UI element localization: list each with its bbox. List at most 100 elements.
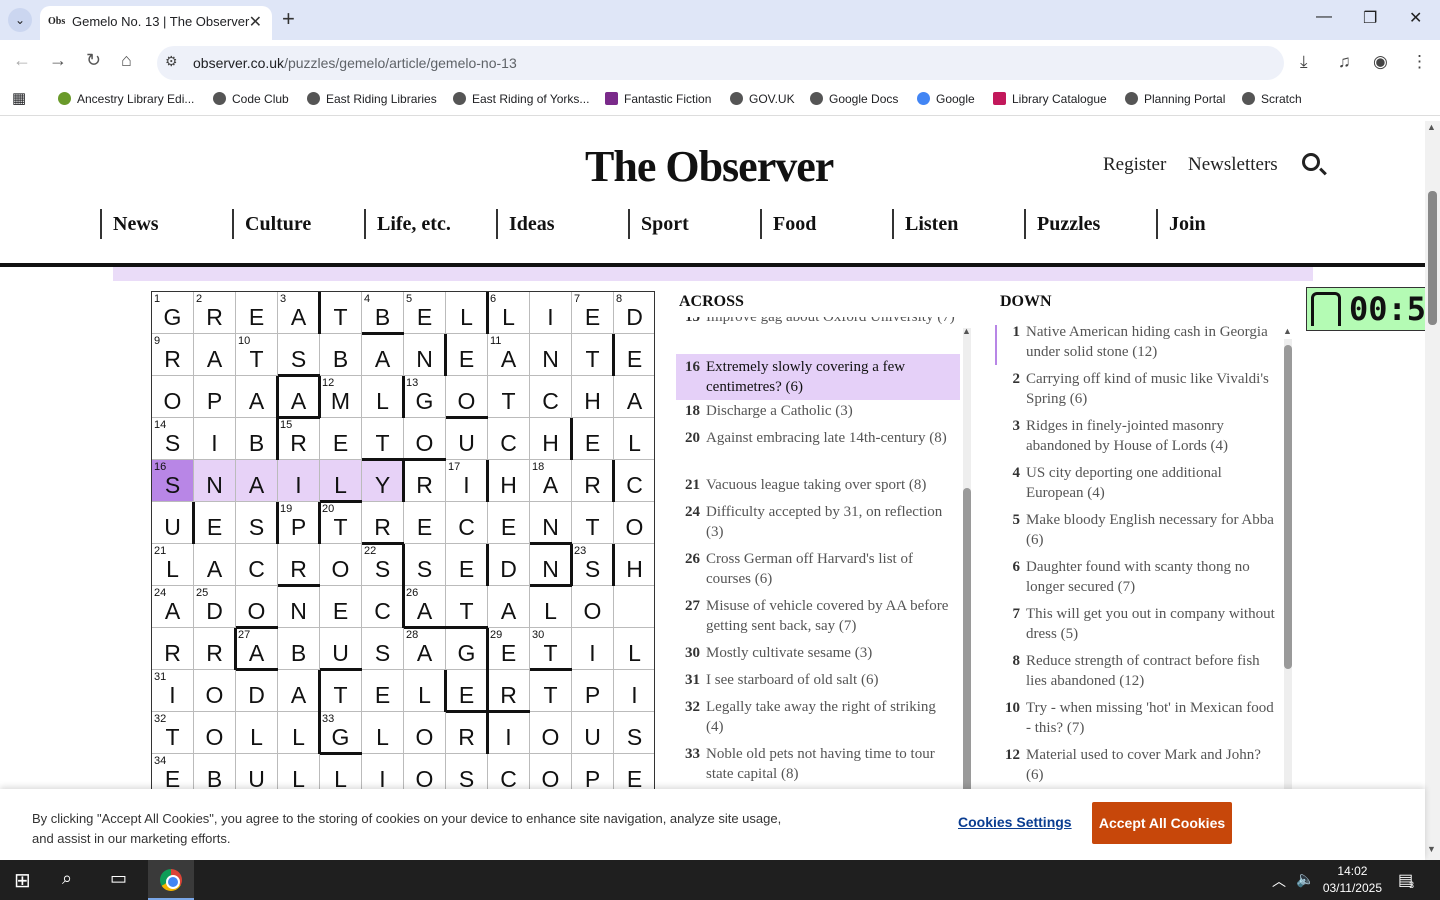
grid-cell[interactable]: 31 I (152, 670, 194, 712)
grid-cell[interactable]: R (488, 670, 530, 712)
bookmark-east-riding-yorks[interactable]: East Riding of Yorks... (453, 92, 589, 106)
volume-icon[interactable]: 🔈 (1296, 870, 1315, 888)
grid-cell[interactable]: G (446, 628, 488, 670)
grid-cell[interactable]: A (236, 460, 278, 502)
grid-cell[interactable]: T (572, 502, 614, 544)
grid-cell[interactable]: Y (362, 460, 404, 502)
grid-cell[interactable]: I (278, 460, 320, 502)
grid-cell[interactable]: E (320, 418, 362, 460)
nav-food[interactable]: Food (760, 209, 816, 239)
grid-cell[interactable]: O (194, 712, 236, 754)
grid-cell[interactable]: L (404, 670, 446, 712)
grid-cell[interactable]: T (320, 292, 362, 334)
grid-cell[interactable]: L (614, 418, 654, 460)
grid-cell[interactable]: L (362, 376, 404, 418)
grid-cell[interactable]: T (572, 334, 614, 376)
grid-cell[interactable]: R (404, 460, 446, 502)
grid-cell[interactable]: 28 A (404, 628, 446, 670)
grid-cell[interactable]: 3A (278, 292, 320, 334)
nav-puzzles[interactable]: Puzzles (1024, 209, 1100, 239)
grid-cell[interactable]: P (572, 670, 614, 712)
new-tab-plus-icon[interactable]: + (282, 6, 295, 32)
grid-cell[interactable]: 25 D (194, 586, 236, 628)
down-scrollbar[interactable] (1284, 339, 1292, 791)
tab-search-chevron-icon[interactable]: ⌄ (8, 8, 32, 32)
taskbar-search-icon[interactable]: ⌕ (62, 868, 72, 889)
grid-cell[interactable]: 27 A (236, 628, 278, 670)
grid-cell[interactable]: O (236, 586, 278, 628)
profile-icon[interactable]: ◉ (1373, 52, 1388, 72)
grid-cell[interactable]: 29 E (488, 628, 530, 670)
close-window-icon[interactable]: ✕ (1409, 8, 1422, 28)
grid-cell[interactable]: D (488, 544, 530, 586)
across-clue[interactable]: 27 Misuse of vehicle covered by AA before… (676, 596, 960, 636)
grid-cell[interactable]: A (488, 586, 530, 628)
crossword-grid[interactable]: 1 G 2 R E 3 A T 4 B 5 E L 6 L I 7 E 8 D 9 R A 10 T S B A N E 11 A N T E O P A… (151, 291, 655, 801)
search-icon[interactable] (1302, 153, 1320, 171)
across-clue[interactable]: 30 Mostly cultivate sesame (3) (676, 643, 960, 663)
down-clue[interactable]: 3 Ridges in finely-jointed masonry abando… (996, 416, 1280, 456)
grid-cell[interactable]: 16 S (152, 460, 194, 502)
grid-cell[interactable]: S (614, 712, 654, 754)
grid-cell[interactable]: 22 S (362, 544, 404, 586)
grid-cell[interactable]: 23 S (572, 544, 614, 586)
active-tab[interactable]: Obs Gemelo No. 13 | The Observer ✕ (40, 6, 272, 40)
across-clue[interactable]: 20 Against embracing late 14th-century (8… (676, 428, 960, 468)
accept-cookies-button[interactable]: Accept All Cookies (1092, 802, 1232, 844)
site-info-icon[interactable]: ⚙ (165, 53, 178, 70)
grid-cell[interactable]: 5E (404, 292, 446, 334)
grid-cell[interactable]: U (446, 418, 488, 460)
apps-grid-icon[interactable]: ▦ (12, 89, 26, 107)
grid-cell[interactable]: 14 S (152, 418, 194, 460)
address-bar[interactable]: ⚙ observer.co.uk/puzzles/gemelo/article/… (157, 46, 1284, 80)
grid-cell[interactable]: 12 M (320, 376, 362, 418)
grid-cell[interactable]: I (194, 418, 236, 460)
down-clue[interactable]: 2 Carrying off kind of music like Vivaldi… (996, 369, 1280, 409)
grid-cell[interactable]: C (362, 586, 404, 628)
grid-cell[interactable]: 26 A (404, 586, 446, 628)
grid-cell[interactable]: O (614, 502, 654, 544)
grid-cell[interactable]: L (320, 460, 362, 502)
grid-cell[interactable]: O (446, 376, 488, 418)
grid-cell[interactable]: E (572, 418, 614, 460)
grid-cell[interactable]: 19 P (278, 502, 320, 544)
nav-sport[interactable]: Sport (628, 209, 689, 239)
grid-cell[interactable]: O (572, 586, 614, 628)
grid-cell[interactable]: I (488, 712, 530, 754)
grid-cell[interactable]: 9R (152, 334, 194, 376)
grid-cell[interactable]: L (362, 712, 404, 754)
grid-cell[interactable]: O (152, 376, 194, 418)
grid-cell[interactable]: U (320, 628, 362, 670)
grid-cell[interactable]: R (278, 544, 320, 586)
across-scroll-up-icon[interactable]: ▲ (962, 326, 971, 336)
grid-cell[interactable]: 17 I (446, 460, 488, 502)
grid-cell[interactable]: E (404, 502, 446, 544)
grid-cell[interactable]: I (572, 628, 614, 670)
grid-cell[interactable]: E (194, 502, 236, 544)
grid-cell[interactable]: N (404, 334, 446, 376)
grid-cell[interactable]: 4B (362, 292, 404, 334)
grid-cell[interactable]: R (194, 628, 236, 670)
grid-cell[interactable]: E (362, 670, 404, 712)
grid-cell[interactable]: 20 T (320, 502, 362, 544)
tab-close-icon[interactable]: ✕ (249, 12, 262, 32)
bookmark-scratch[interactable]: Scratch (1242, 92, 1302, 106)
bookmark-google[interactable]: Google (917, 92, 975, 106)
across-clue[interactable]: 31 I see starboard of old salt (6) (676, 670, 960, 690)
page-scroll-down-icon[interactable]: ▼ (1427, 844, 1436, 854)
nav-listen[interactable]: Listen (892, 209, 958, 239)
down-clue[interactable]: 4 US city deporting one additional Europe… (996, 463, 1280, 503)
grid-cell[interactable]: U (152, 502, 194, 544)
nav-ideas[interactable]: Ideas (496, 209, 555, 239)
page-scroll-thumb[interactable] (1428, 191, 1437, 325)
grid-cell[interactable]: E (614, 334, 654, 376)
bookmark-fantastic-fiction[interactable]: Fantastic Fiction (605, 92, 711, 106)
across-clue[interactable]: 16 Extremely slowly covering a few centim… (676, 354, 960, 400)
grid-cell[interactable]: U (572, 712, 614, 754)
grid-cell[interactable]: T (446, 586, 488, 628)
grid-cell[interactable]: 7E (572, 292, 614, 334)
media-icon[interactable]: ♫ (1338, 52, 1351, 72)
grid-cell[interactable]: E (446, 670, 488, 712)
grid-cell[interactable]: E (236, 292, 278, 334)
grid-cell[interactable]: R (152, 628, 194, 670)
